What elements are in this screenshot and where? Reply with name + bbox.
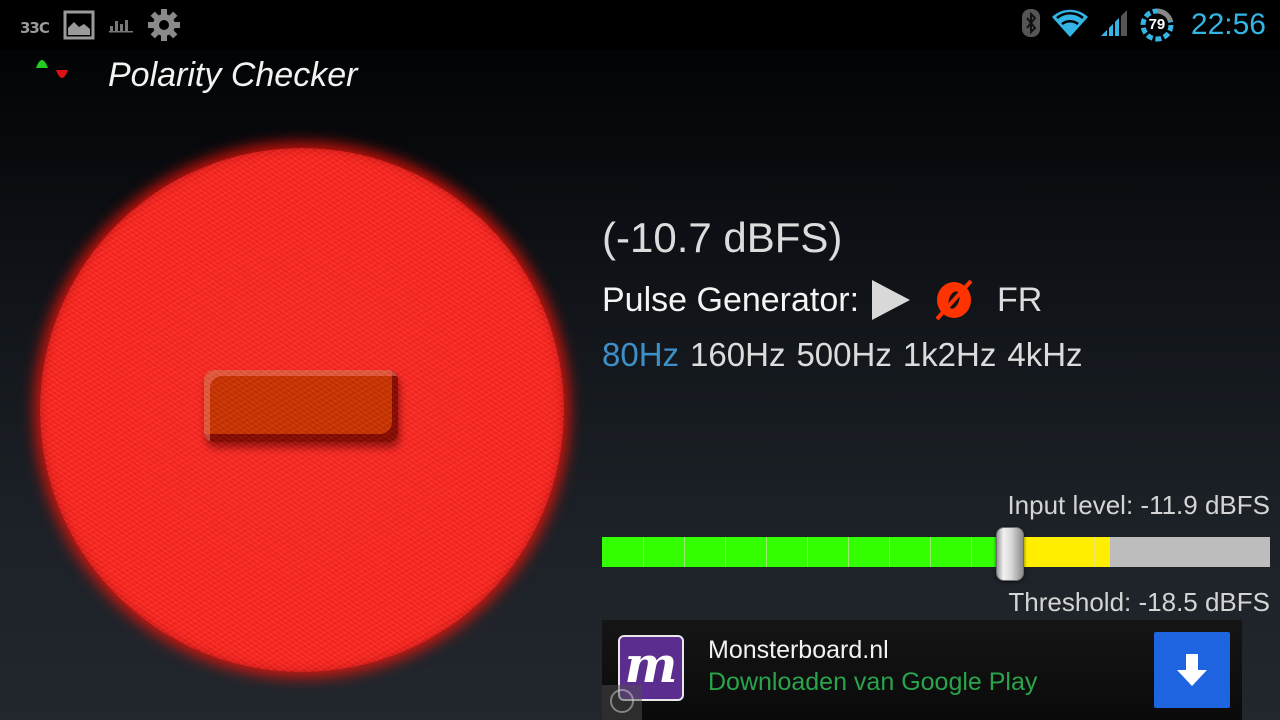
meter-segment — [643, 537, 684, 567]
pulse-generator: Pulse Generator: FR — [602, 278, 1042, 322]
settings-gear-icon — [147, 8, 181, 47]
ad-download-button[interactable] — [1154, 632, 1230, 708]
frequency-selector: 80Hz 160Hz 500Hz 1k2Hz 4kHz — [602, 336, 1083, 374]
meter-segment — [889, 537, 930, 567]
download-arrow-icon — [1177, 654, 1207, 686]
gallery-icon — [63, 10, 95, 45]
action-bar: Polarity Checker — [0, 50, 1280, 104]
temperature-indicator: 33C — [20, 18, 50, 37]
freq-option-500hz[interactable]: 500Hz — [796, 336, 891, 374]
fr-mode-button[interactable]: FR — [997, 281, 1042, 320]
bluetooth-icon — [1021, 8, 1041, 43]
meter-segment — [1094, 537, 1110, 567]
wifi-icon — [1051, 8, 1089, 43]
meter-segment — [848, 537, 889, 567]
play-button[interactable] — [871, 278, 911, 322]
system-icons: 79 22:56 — [1021, 4, 1266, 46]
battery-percent: 79 — [1148, 16, 1166, 33]
play-icon — [872, 280, 911, 320]
ad-app-icon-letter: m — [624, 635, 678, 694]
input-level-meter — [602, 537, 1270, 567]
app-logo-icon — [34, 54, 74, 91]
meter-segment — [725, 537, 766, 567]
minus-icon — [204, 370, 398, 442]
meter-segment — [930, 537, 971, 567]
threshold-label: Threshold: -18.5 dBFS — [1008, 587, 1270, 617]
meter-segment — [684, 537, 725, 567]
info-icon — [610, 689, 634, 713]
phase-invert-icon — [935, 279, 973, 321]
signal-icon — [1099, 8, 1129, 43]
polarity-indicator — [40, 148, 564, 672]
ad-banner[interactable]: m Monsterboard.nl Downloaden van Google … — [602, 620, 1242, 720]
meter-segment — [602, 537, 643, 567]
ad-subtitle: Downloaden van Google Play — [708, 668, 1038, 696]
battery-icon: 79 — [1139, 7, 1175, 43]
freq-option-1k2hz[interactable]: 1k2Hz — [903, 336, 997, 374]
freq-option-80hz[interactable]: 80Hz — [602, 336, 679, 374]
freq-option-4khz[interactable]: 4kHz — [1007, 336, 1082, 374]
ad-title: Monsterboard.nl — [708, 636, 889, 664]
pulse-generator-label: Pulse Generator: — [602, 280, 860, 319]
phase-invert-button[interactable] — [933, 279, 975, 321]
input-level-label: Input level: -11.9 dBFS — [1007, 490, 1270, 520]
ad-info-button[interactable] — [602, 685, 642, 720]
threshold-slider-thumb[interactable] — [996, 527, 1025, 581]
meter-segment — [1053, 537, 1094, 567]
app-title: Polarity Checker — [108, 56, 358, 94]
status-bar: 33C 79 22:56 — [0, 0, 1280, 50]
notification-icons: 33C — [20, 8, 181, 47]
meter-segment — [807, 537, 848, 567]
meter-segment — [766, 537, 807, 567]
chart-icon — [108, 17, 133, 38]
level-readout: (-10.7 dBFS) — [602, 214, 843, 261]
freq-option-160hz[interactable]: 160Hz — [690, 336, 785, 374]
clock: 22:56 — [1190, 8, 1266, 41]
